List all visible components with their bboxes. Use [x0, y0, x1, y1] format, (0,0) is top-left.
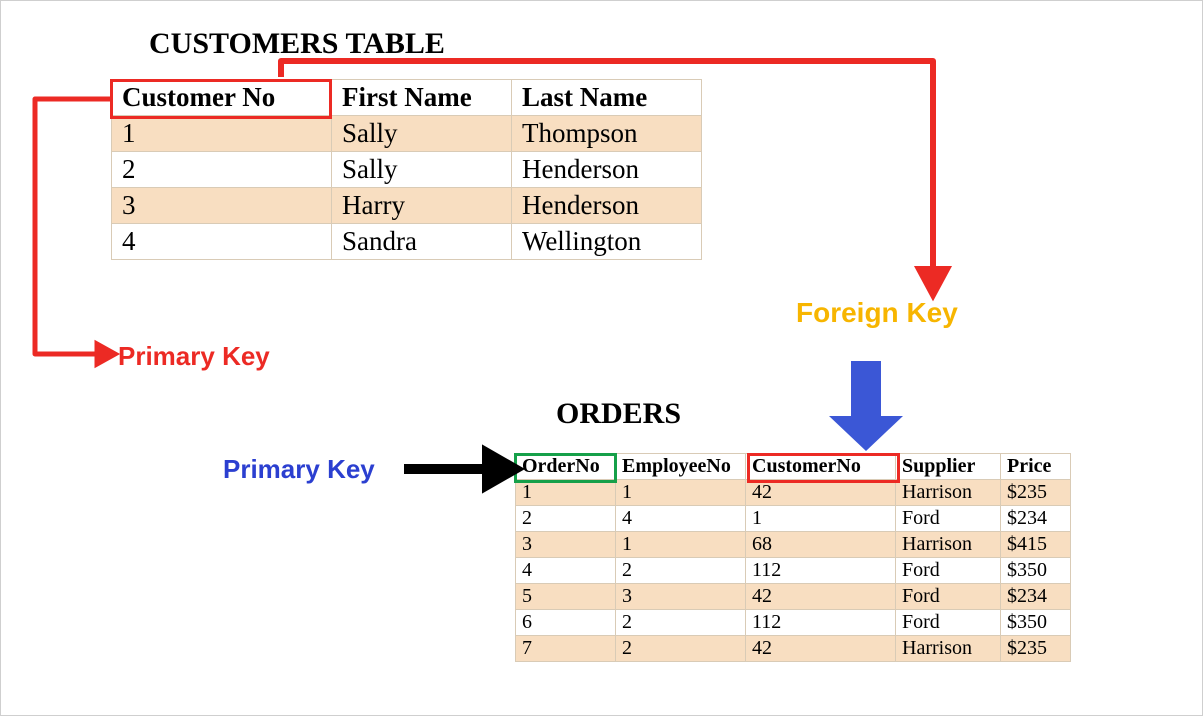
arrow-orders-pk — [404, 453, 515, 485]
cell-customer-no: 1 — [112, 116, 332, 152]
col-supplier: Supplier — [896, 454, 1001, 480]
cell-supplier: Harrison — [896, 480, 1001, 506]
col-employee-no: EmployeeNo — [616, 454, 746, 480]
cell-last-name: Henderson — [512, 152, 702, 188]
table-row: 3 1 68 Harrison $415 — [516, 532, 1071, 558]
table-header-row: Customer No First Name Last Name — [112, 80, 702, 116]
cell-order-no: 3 — [516, 532, 616, 558]
cell-last-name: Wellington — [512, 224, 702, 260]
cell-supplier: Ford — [896, 610, 1001, 636]
cell-employee-no: 1 — [616, 480, 746, 506]
cell-supplier: Harrison — [896, 532, 1001, 558]
cell-first-name: Sally — [332, 152, 512, 188]
col-first-name: First Name — [332, 80, 512, 116]
cell-price: $350 — [1001, 610, 1071, 636]
cell-price: $234 — [1001, 506, 1071, 532]
cell-price: $235 — [1001, 636, 1071, 662]
cell-employee-no: 1 — [616, 532, 746, 558]
table-row: 4 Sandra Wellington — [112, 224, 702, 260]
cell-price: $235 — [1001, 480, 1071, 506]
cell-order-no: 5 — [516, 584, 616, 610]
cell-employee-no: 2 — [616, 636, 746, 662]
orders-table: OrderNo EmployeeNo CustomerNo Supplier P… — [515, 453, 1071, 662]
cell-order-no: 1 — [516, 480, 616, 506]
cell-order-no: 6 — [516, 610, 616, 636]
cell-first-name: Sally — [332, 116, 512, 152]
cell-price: $234 — [1001, 584, 1071, 610]
cell-supplier: Ford — [896, 558, 1001, 584]
cell-employee-no: 2 — [616, 610, 746, 636]
arrow-foreign-key-down — [829, 361, 903, 451]
cell-customer-no: 2 — [112, 152, 332, 188]
cell-supplier: Ford — [896, 584, 1001, 610]
col-last-name: Last Name — [512, 80, 702, 116]
table-row: 5 3 42 Ford $234 — [516, 584, 1071, 610]
table-row: 1 Sally Thompson — [112, 116, 702, 152]
cell-customer-no: 68 — [746, 532, 896, 558]
cell-price: $350 — [1001, 558, 1071, 584]
cell-customer-no: 112 — [746, 610, 896, 636]
cell-first-name: Sandra — [332, 224, 512, 260]
customers-table: Customer No First Name Last Name 1 Sally… — [111, 79, 702, 260]
label-primary-key-customers: Primary Key — [118, 341, 270, 372]
diagram-stage: CUSTOMERS TABLE Customer No First Name L… — [0, 0, 1203, 716]
cell-order-no: 2 — [516, 506, 616, 532]
label-primary-key-orders: Primary Key — [223, 454, 375, 485]
arrow-customers-pk — [35, 99, 115, 364]
cell-employee-no: 3 — [616, 584, 746, 610]
cell-employee-no: 2 — [616, 558, 746, 584]
col-customer-no: CustomerNo — [746, 454, 896, 480]
label-foreign-key: Foreign Key — [796, 297, 958, 329]
cell-last-name: Thompson — [512, 116, 702, 152]
cell-last-name: Henderson — [512, 188, 702, 224]
cell-customer-no: 4 — [112, 224, 332, 260]
cell-employee-no: 4 — [616, 506, 746, 532]
cell-order-no: 4 — [516, 558, 616, 584]
table-row: 7 2 42 Harrison $235 — [516, 636, 1071, 662]
col-price: Price — [1001, 454, 1071, 480]
cell-supplier: Harrison — [896, 636, 1001, 662]
col-order-no: OrderNo — [516, 454, 616, 480]
col-customer-no: Customer No — [112, 80, 332, 116]
cell-customer-no: 112 — [746, 558, 896, 584]
cell-customer-no: 42 — [746, 636, 896, 662]
cell-order-no: 7 — [516, 636, 616, 662]
orders-title: ORDERS — [556, 397, 681, 431]
table-row: 3 Harry Henderson — [112, 188, 702, 224]
table-header-row: OrderNo EmployeeNo CustomerNo Supplier P… — [516, 454, 1071, 480]
table-row: 6 2 112 Ford $350 — [516, 610, 1071, 636]
cell-customer-no: 1 — [746, 506, 896, 532]
cell-customer-no: 3 — [112, 188, 332, 224]
cell-supplier: Ford — [896, 506, 1001, 532]
table-row: 4 2 112 Ford $350 — [516, 558, 1071, 584]
table-row: 2 4 1 Ford $234 — [516, 506, 1071, 532]
table-row: 2 Sally Henderson — [112, 152, 702, 188]
cell-customer-no: 42 — [746, 584, 896, 610]
customers-title: CUSTOMERS TABLE — [149, 27, 445, 61]
cell-price: $415 — [1001, 532, 1071, 558]
table-row: 1 1 42 Harrison $235 — [516, 480, 1071, 506]
cell-first-name: Harry — [332, 188, 512, 224]
cell-customer-no: 42 — [746, 480, 896, 506]
